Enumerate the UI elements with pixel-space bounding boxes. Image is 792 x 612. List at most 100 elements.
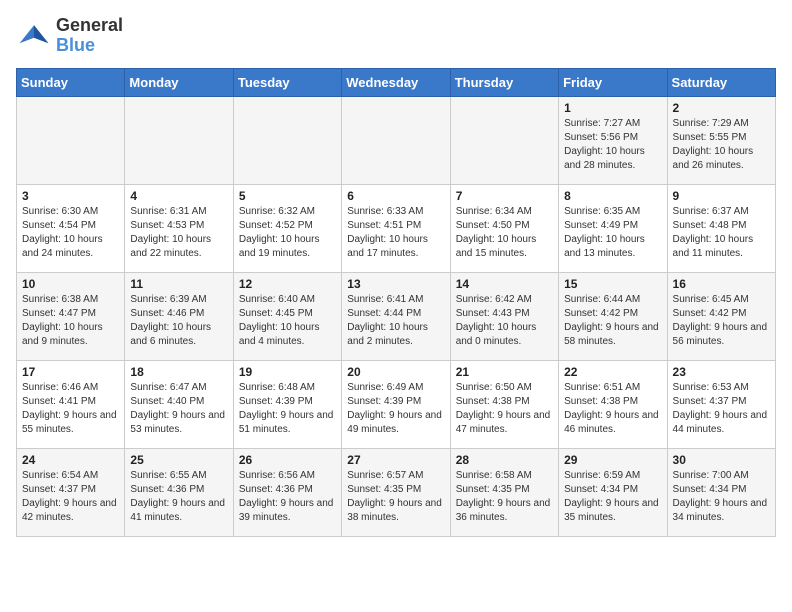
day-number: 2 <box>673 101 770 115</box>
day-info: Sunrise: 6:46 AM Sunset: 4:41 PM Dayligh… <box>22 381 119 437</box>
calendar-day-cell <box>233 96 341 184</box>
weekday-header-tuesday: Tuesday <box>233 68 341 96</box>
day-number: 25 <box>130 453 227 467</box>
day-info: Sunrise: 6:58 AM Sunset: 4:35 PM Dayligh… <box>456 469 553 525</box>
day-number: 20 <box>347 365 444 379</box>
calendar-day-cell: 21 Sunrise: 6:50 AM Sunset: 4:38 PM Dayli… <box>450 360 558 448</box>
day-number: 12 <box>239 277 336 291</box>
calendar-day-cell <box>342 96 450 184</box>
day-number: 5 <box>239 189 336 203</box>
calendar-day-cell: 5 Sunrise: 6:32 AM Sunset: 4:52 PM Daylig… <box>233 184 341 272</box>
day-info: Sunrise: 6:39 AM Sunset: 4:46 PM Dayligh… <box>130 293 227 349</box>
day-info: Sunrise: 6:37 AM Sunset: 4:48 PM Dayligh… <box>673 205 770 261</box>
calendar-day-cell: 2 Sunrise: 7:29 AM Sunset: 5:55 PM Daylig… <box>667 96 775 184</box>
day-info: Sunrise: 6:47 AM Sunset: 4:40 PM Dayligh… <box>130 381 227 437</box>
day-info: Sunrise: 7:00 AM Sunset: 4:34 PM Dayligh… <box>673 469 770 525</box>
calendar-day-cell: 10 Sunrise: 6:38 AM Sunset: 4:47 PM Dayli… <box>17 272 125 360</box>
day-number: 14 <box>456 277 553 291</box>
calendar-day-cell: 28 Sunrise: 6:58 AM Sunset: 4:35 PM Dayli… <box>450 448 558 536</box>
calendar-day-cell <box>450 96 558 184</box>
calendar-day-cell: 6 Sunrise: 6:33 AM Sunset: 4:51 PM Daylig… <box>342 184 450 272</box>
day-number: 9 <box>673 189 770 203</box>
day-info: Sunrise: 6:32 AM Sunset: 4:52 PM Dayligh… <box>239 205 336 261</box>
day-info: Sunrise: 6:30 AM Sunset: 4:54 PM Dayligh… <box>22 205 119 261</box>
day-info: Sunrise: 6:55 AM Sunset: 4:36 PM Dayligh… <box>130 469 227 525</box>
day-number: 22 <box>564 365 661 379</box>
calendar-day-cell: 30 Sunrise: 7:00 AM Sunset: 4:34 PM Dayli… <box>667 448 775 536</box>
day-number: 17 <box>22 365 119 379</box>
day-number: 21 <box>456 365 553 379</box>
day-number: 10 <box>22 277 119 291</box>
day-number: 6 <box>347 189 444 203</box>
day-info: Sunrise: 6:42 AM Sunset: 4:43 PM Dayligh… <box>456 293 553 349</box>
day-info: Sunrise: 6:54 AM Sunset: 4:37 PM Dayligh… <box>22 469 119 525</box>
day-info: Sunrise: 6:53 AM Sunset: 4:37 PM Dayligh… <box>673 381 770 437</box>
day-number: 4 <box>130 189 227 203</box>
day-info: Sunrise: 6:41 AM Sunset: 4:44 PM Dayligh… <box>347 293 444 349</box>
day-number: 28 <box>456 453 553 467</box>
weekday-header-friday: Friday <box>559 68 667 96</box>
day-info: Sunrise: 6:49 AM Sunset: 4:39 PM Dayligh… <box>347 381 444 437</box>
day-info: Sunrise: 6:50 AM Sunset: 4:38 PM Dayligh… <box>456 381 553 437</box>
logo-text: General Blue <box>56 16 123 56</box>
day-number: 11 <box>130 277 227 291</box>
day-number: 18 <box>130 365 227 379</box>
day-number: 16 <box>673 277 770 291</box>
calendar-day-cell: 3 Sunrise: 6:30 AM Sunset: 4:54 PM Daylig… <box>17 184 125 272</box>
calendar-day-cell: 9 Sunrise: 6:37 AM Sunset: 4:48 PM Daylig… <box>667 184 775 272</box>
calendar-week-row: 10 Sunrise: 6:38 AM Sunset: 4:47 PM Dayli… <box>17 272 776 360</box>
day-info: Sunrise: 6:40 AM Sunset: 4:45 PM Dayligh… <box>239 293 336 349</box>
day-info: Sunrise: 6:59 AM Sunset: 4:34 PM Dayligh… <box>564 469 661 525</box>
calendar-week-row: 3 Sunrise: 6:30 AM Sunset: 4:54 PM Daylig… <box>17 184 776 272</box>
day-info: Sunrise: 7:27 AM Sunset: 5:56 PM Dayligh… <box>564 117 661 173</box>
day-number: 3 <box>22 189 119 203</box>
day-number: 19 <box>239 365 336 379</box>
calendar-day-cell: 26 Sunrise: 6:56 AM Sunset: 4:36 PM Dayli… <box>233 448 341 536</box>
day-info: Sunrise: 6:48 AM Sunset: 4:39 PM Dayligh… <box>239 381 336 437</box>
logo: General Blue <box>16 16 123 56</box>
calendar-day-cell: 17 Sunrise: 6:46 AM Sunset: 4:41 PM Dayli… <box>17 360 125 448</box>
day-info: Sunrise: 7:29 AM Sunset: 5:55 PM Dayligh… <box>673 117 770 173</box>
calendar-day-cell: 19 Sunrise: 6:48 AM Sunset: 4:39 PM Dayli… <box>233 360 341 448</box>
weekday-header-saturday: Saturday <box>667 68 775 96</box>
calendar-day-cell: 4 Sunrise: 6:31 AM Sunset: 4:53 PM Daylig… <box>125 184 233 272</box>
calendar-day-cell: 15 Sunrise: 6:44 AM Sunset: 4:42 PM Dayli… <box>559 272 667 360</box>
calendar-day-cell: 13 Sunrise: 6:41 AM Sunset: 4:44 PM Dayli… <box>342 272 450 360</box>
day-info: Sunrise: 6:34 AM Sunset: 4:50 PM Dayligh… <box>456 205 553 261</box>
calendar-day-cell: 25 Sunrise: 6:55 AM Sunset: 4:36 PM Dayli… <box>125 448 233 536</box>
calendar-day-cell: 23Sunrise: 6:53 AM Sunset: 4:37 PM Dayli… <box>667 360 775 448</box>
weekday-header-wednesday: Wednesday <box>342 68 450 96</box>
calendar-day-cell: 8Sunrise: 6:35 AM Sunset: 4:49 PM Daylig… <box>559 184 667 272</box>
calendar-day-cell: 24 Sunrise: 6:54 AM Sunset: 4:37 PM Dayli… <box>17 448 125 536</box>
calendar-day-cell: 14 Sunrise: 6:42 AM Sunset: 4:43 PM Dayli… <box>450 272 558 360</box>
calendar-week-row: 17 Sunrise: 6:46 AM Sunset: 4:41 PM Dayli… <box>17 360 776 448</box>
calendar-day-cell <box>125 96 233 184</box>
calendar-day-cell: 18 Sunrise: 6:47 AM Sunset: 4:40 PM Dayli… <box>125 360 233 448</box>
day-number: 24 <box>22 453 119 467</box>
calendar-day-cell: 12 Sunrise: 6:40 AM Sunset: 4:45 PM Dayli… <box>233 272 341 360</box>
day-info: Sunrise: 6:31 AM Sunset: 4:53 PM Dayligh… <box>130 205 227 261</box>
day-number: 26 <box>239 453 336 467</box>
day-info: Sunrise: 6:38 AM Sunset: 4:47 PM Dayligh… <box>22 293 119 349</box>
weekday-header-thursday: Thursday <box>450 68 558 96</box>
day-info: Sunrise: 6:44 AM Sunset: 4:42 PM Dayligh… <box>564 293 661 349</box>
day-number: 30 <box>673 453 770 467</box>
logo-bird-icon <box>16 18 52 54</box>
day-info: Sunrise: 6:33 AM Sunset: 4:51 PM Dayligh… <box>347 205 444 261</box>
calendar-day-cell <box>17 96 125 184</box>
day-number: 7 <box>456 189 553 203</box>
calendar-table: SundayMondayTuesdayWednesdayThursdayFrid… <box>16 68 776 537</box>
day-info: Sunrise: 6:56 AM Sunset: 4:36 PM Dayligh… <box>239 469 336 525</box>
calendar-week-row: 1 Sunrise: 7:27 AM Sunset: 5:56 PM Daylig… <box>17 96 776 184</box>
day-number: 1 <box>564 101 661 115</box>
day-number: 15 <box>564 277 661 291</box>
weekday-header-monday: Monday <box>125 68 233 96</box>
day-info: Sunrise: 6:51 AM Sunset: 4:38 PM Dayligh… <box>564 381 661 437</box>
day-info: Sunrise: 6:57 AM Sunset: 4:35 PM Dayligh… <box>347 469 444 525</box>
day-info: Sunrise: 6:45 AM Sunset: 4:42 PM Dayligh… <box>673 293 770 349</box>
day-number: 13 <box>347 277 444 291</box>
calendar-day-cell: 7 Sunrise: 6:34 AM Sunset: 4:50 PM Daylig… <box>450 184 558 272</box>
page-header: General Blue <box>16 16 776 56</box>
calendar-day-cell: 20 Sunrise: 6:49 AM Sunset: 4:39 PM Dayli… <box>342 360 450 448</box>
day-number: 8 <box>564 189 661 203</box>
